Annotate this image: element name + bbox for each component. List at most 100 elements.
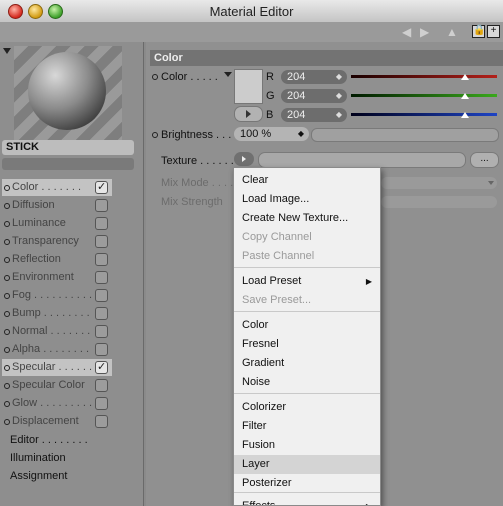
texture-menu-item-label: Fusion bbox=[242, 439, 276, 451]
b-value-field[interactable]: 204 ◆ bbox=[281, 108, 347, 122]
texture-menu-item[interactable]: Gradient bbox=[234, 354, 380, 373]
texture-label: Texture . . . . . . bbox=[161, 155, 234, 167]
channel-item[interactable]: Diffusion bbox=[2, 197, 112, 214]
texture-menu-item[interactable]: Create New Texture... bbox=[234, 209, 380, 228]
channel-dot-icon bbox=[4, 185, 10, 191]
up-arrow-icon[interactable]: ▲ bbox=[446, 25, 458, 39]
texture-path-field[interactable] bbox=[258, 152, 466, 168]
channel-checkbox[interactable] bbox=[95, 325, 108, 338]
b-stepper-icon[interactable]: ◆ bbox=[336, 108, 342, 122]
channel-dot-icon bbox=[4, 311, 10, 317]
color-label: Color . . . . . bbox=[161, 71, 218, 83]
texture-menu-item-label: Colorizer bbox=[242, 401, 287, 413]
menu-separator bbox=[234, 267, 380, 268]
g-slider-knob[interactable] bbox=[461, 93, 469, 99]
channel-checkbox[interactable] bbox=[95, 271, 108, 284]
texture-menu-item[interactable]: Clear bbox=[234, 171, 380, 190]
channel-label: Color . . . . . . . bbox=[12, 181, 82, 193]
channel-checkbox[interactable] bbox=[95, 289, 108, 302]
channel-checkbox[interactable] bbox=[95, 343, 108, 356]
channel-checkbox[interactable] bbox=[95, 397, 108, 410]
channel-item[interactable]: Environment bbox=[2, 269, 112, 286]
g-value-field[interactable]: 204 ◆ bbox=[281, 89, 347, 103]
channel-item[interactable]: Transparency bbox=[2, 233, 112, 250]
brightness-slider[interactable] bbox=[311, 128, 499, 142]
title-bar: Material Editor bbox=[0, 0, 503, 23]
channel-item[interactable]: Normal . . . . . . . . bbox=[2, 323, 112, 340]
color-menu-icon[interactable] bbox=[224, 72, 232, 77]
submenu-arrow-icon: ▶ bbox=[366, 497, 372, 505]
mix-strength-slider[interactable] bbox=[381, 196, 497, 208]
forward-arrow-icon[interactable]: ▶ bbox=[420, 25, 429, 39]
channel-checkbox[interactable] bbox=[95, 307, 108, 320]
texture-menu-item-label: Create New Texture... bbox=[242, 212, 349, 224]
texture-menu-item[interactable]: Fresnel bbox=[234, 335, 380, 354]
channel-checkbox[interactable] bbox=[95, 359, 108, 376]
mix-mode-dropdown[interactable] bbox=[381, 177, 497, 189]
animation-dot-icon[interactable] bbox=[152, 132, 158, 139]
extra-item[interactable]: Assignment bbox=[10, 468, 67, 485]
channel-dot-icon bbox=[4, 401, 10, 407]
texture-menu-item[interactable]: Noise bbox=[234, 373, 380, 392]
lock-icon[interactable]: 🔒 bbox=[472, 25, 485, 38]
new-window-icon[interactable]: + bbox=[487, 25, 500, 38]
color-swatch[interactable] bbox=[234, 69, 263, 104]
channel-item[interactable]: Bump . . . . . . . . . bbox=[2, 305, 112, 322]
channel-dot-icon bbox=[4, 221, 10, 227]
texture-menu-item[interactable]: Filter bbox=[234, 417, 380, 436]
channel-checkbox[interactable] bbox=[95, 415, 108, 428]
channel-checkbox[interactable] bbox=[95, 179, 108, 196]
texture-menu-item-label: Load Preset bbox=[242, 275, 302, 287]
channel-checkbox[interactable] bbox=[95, 379, 108, 392]
toolbar: ◀ ▶ ▲ 🔒 + bbox=[0, 22, 503, 42]
g-slider[interactable] bbox=[351, 94, 497, 97]
channel-item[interactable]: Glow . . . . . . . . . . bbox=[2, 395, 112, 412]
channel-item[interactable]: Color . . . . . . . bbox=[2, 179, 112, 196]
material-name-field[interactable]: STICK bbox=[2, 140, 134, 155]
b-slider-knob[interactable] bbox=[461, 112, 469, 118]
r-stepper-icon[interactable]: ◆ bbox=[336, 70, 342, 84]
channel-checkbox[interactable] bbox=[95, 235, 108, 248]
channel-label: Alpha . . . . . . . . . bbox=[12, 343, 92, 355]
channel-item[interactable]: Luminance bbox=[2, 215, 112, 232]
extra-item[interactable]: Editor . . . . . . . . bbox=[10, 432, 88, 449]
texture-menu-item-label: Noise bbox=[242, 376, 271, 388]
color-picker-button[interactable] bbox=[234, 106, 263, 122]
brightness-stepper-icon[interactable]: ◆ bbox=[298, 127, 304, 141]
channel-checkbox[interactable] bbox=[95, 199, 108, 212]
brightness-field[interactable]: 100 % ◆ bbox=[234, 127, 309, 141]
texture-menu-item[interactable]: Color bbox=[234, 316, 380, 335]
texture-popup-menu: Clear Load Image... Create New Texture... C… bbox=[233, 167, 381, 506]
texture-menu-item[interactable]: Layer bbox=[234, 455, 380, 474]
texture-menu-item-label: Filter bbox=[242, 420, 267, 432]
texture-menu-item[interactable]: Fusion bbox=[234, 436, 380, 455]
channel-checkbox[interactable] bbox=[95, 217, 108, 230]
b-slider[interactable] bbox=[351, 113, 497, 116]
channel-item[interactable]: Specular . . . . . . bbox=[2, 359, 112, 376]
r-value-field[interactable]: 204 ◆ bbox=[281, 70, 347, 84]
back-arrow-icon[interactable]: ◀ bbox=[402, 25, 411, 39]
channel-item[interactable]: Displacement bbox=[2, 413, 112, 430]
texture-menu-item[interactable]: Colorizer bbox=[234, 398, 380, 417]
channel-checkbox[interactable] bbox=[95, 253, 108, 266]
channel-item[interactable]: Reflection bbox=[2, 251, 112, 268]
g-stepper-icon[interactable]: ◆ bbox=[336, 89, 342, 103]
channel-item[interactable]: Specular Color bbox=[2, 377, 112, 394]
preview-menu-icon[interactable] bbox=[3, 48, 11, 54]
texture-browse-button[interactable]: ... bbox=[470, 152, 499, 168]
animation-dot-icon[interactable] bbox=[152, 74, 158, 81]
texture-menu-item[interactable]: Load Image... bbox=[234, 190, 380, 209]
channel-item[interactable]: Fog . . . . . . . . . . bbox=[2, 287, 112, 304]
color-label-row: Color . . . . . bbox=[152, 70, 218, 84]
r-slider[interactable] bbox=[351, 75, 497, 78]
material-preview[interactable] bbox=[14, 46, 122, 141]
texture-menu-button[interactable] bbox=[234, 152, 254, 166]
channel-label: Diffusion bbox=[12, 199, 55, 211]
extra-item[interactable]: Illumination bbox=[10, 450, 66, 467]
r-slider-knob[interactable] bbox=[461, 74, 469, 80]
texture-menu-item[interactable]: Load Preset ▶ bbox=[234, 272, 380, 291]
texture-menu-item[interactable]: Posterizer bbox=[234, 474, 380, 493]
channel-item[interactable]: Alpha . . . . . . . . . bbox=[2, 341, 112, 358]
channel-label: Fog . . . . . . . . . . bbox=[12, 289, 92, 301]
texture-menu-item[interactable]: Effects ▶ bbox=[234, 497, 380, 505]
